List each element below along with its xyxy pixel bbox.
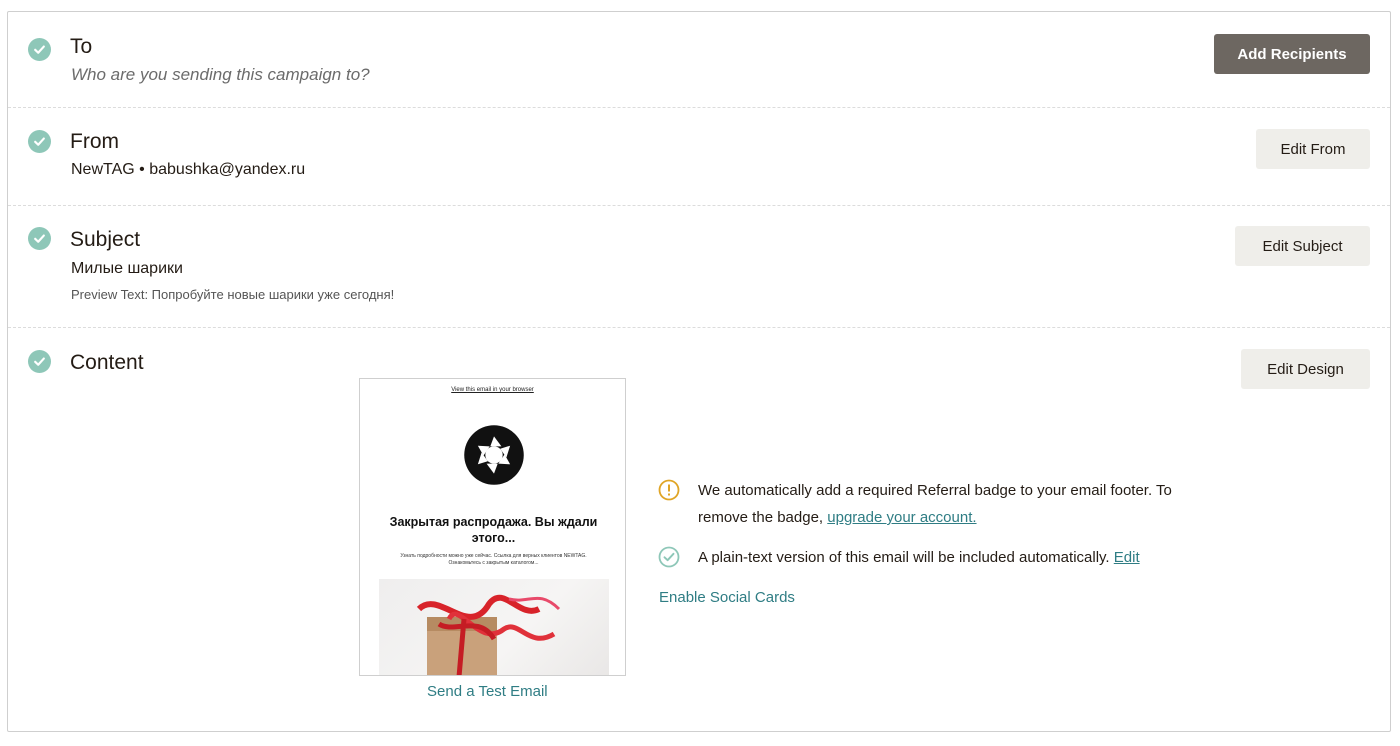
- preview-browser-link: View this email in your browser: [451, 387, 534, 393]
- from-value: NewTAG • babushka@yandex.ru: [71, 161, 305, 179]
- check-icon: [28, 227, 51, 250]
- check-icon: [28, 130, 51, 153]
- plaintext-notice-text: A plain-text version of this email will …: [698, 549, 1110, 566]
- preview-text: Preview Text: Попробуйте новые шарики уж…: [71, 287, 395, 302]
- content-title: Content: [70, 351, 144, 374]
- subject-value: Милые шарики: [71, 260, 183, 277]
- edit-subject-button[interactable]: Edit Subject: [1235, 226, 1370, 266]
- preview-body: Узнать подробности можно уже сейчас. Ссы…: [400, 553, 587, 566]
- gift-box-image: [379, 579, 609, 675]
- edit-design-button[interactable]: Edit Design: [1241, 349, 1370, 389]
- from-email: babushka@yandex.ru: [149, 161, 306, 178]
- warning-icon: [658, 479, 680, 501]
- upgrade-account-link[interactable]: upgrade your account.: [827, 509, 976, 526]
- to-section: To Who are you sending this campaign to?…: [8, 12, 1390, 108]
- campaign-checklist-panel: To Who are you sending this campaign to?…: [7, 11, 1391, 732]
- subject-section: Subject Милые шарики Preview Text: Попро…: [8, 206, 1390, 328]
- add-recipients-button[interactable]: Add Recipients: [1214, 34, 1370, 74]
- check-icon: [28, 38, 51, 61]
- edit-from-button[interactable]: Edit From: [1256, 129, 1370, 169]
- enable-social-cards-link[interactable]: Enable Social Cards: [659, 589, 795, 606]
- subject-title: Subject: [70, 228, 141, 251]
- to-subtitle: Who are you sending this campaign to?: [71, 65, 370, 84]
- to-title: To: [70, 35, 93, 58]
- referral-notice: We automatically add a required Referral…: [698, 477, 1198, 531]
- from-title: From: [70, 130, 119, 153]
- check-circle-icon: [658, 546, 680, 568]
- plaintext-notice: A plain-text version of this email will …: [698, 544, 1258, 571]
- email-preview[interactable]: View this email in your browser Закрытая…: [359, 378, 626, 676]
- from-name: NewTAG: [71, 161, 135, 178]
- check-icon: [28, 350, 51, 373]
- from-section: From NewTAG • babushka@yandex.ru Edit Fr…: [8, 108, 1390, 206]
- camera-aperture-icon: [464, 425, 524, 485]
- preview-headline: Закрытая распродажа. Вы ждали этого...: [389, 515, 598, 545]
- plaintext-edit-link[interactable]: Edit: [1114, 549, 1140, 566]
- from-separator: •: [139, 161, 145, 178]
- send-test-email-link[interactable]: Send a Test Email: [427, 683, 548, 700]
